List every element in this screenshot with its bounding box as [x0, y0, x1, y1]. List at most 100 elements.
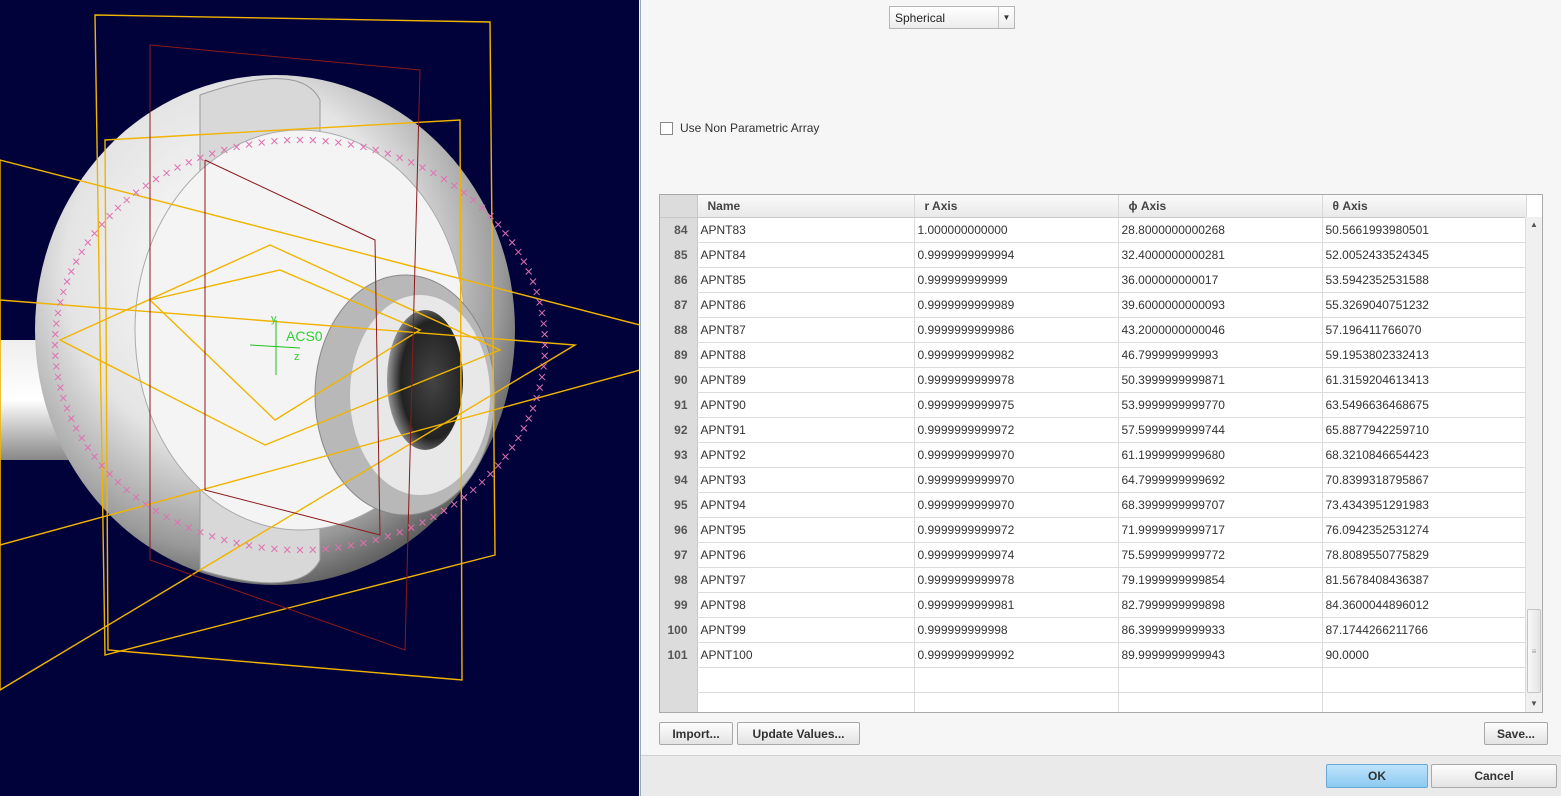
- theta-axis-cell[interactable]: 90.0000: [1322, 642, 1527, 668]
- table-row[interactable]: 91 APNT90 0.9999999999975 53.9999999999770 6…: [660, 392, 1527, 418]
- cancel-button[interactable]: Cancel: [1431, 764, 1557, 788]
- save-button[interactable]: Save...: [1484, 722, 1548, 745]
- point-name-cell[interactable]: APNT97: [697, 567, 915, 593]
- point-name-cell[interactable]: APNT83: [697, 217, 915, 243]
- table-row[interactable]: 96 APNT95 0.9999999999972 71.9999999999717 7…: [660, 517, 1527, 543]
- r-axis-cell[interactable]: 0.9999999999981: [914, 592, 1119, 618]
- point-name-cell[interactable]: APNT89: [697, 367, 915, 393]
- phi-axis-cell[interactable]: 89.9999999999943: [1118, 642, 1323, 668]
- r-axis-cell[interactable]: 0.9999999999978: [914, 567, 1119, 593]
- table-row[interactable]: 95 APNT94 0.9999999999970 68.3999999999707 7…: [660, 492, 1527, 518]
- 3d-model-viewport[interactable]: ACS0 y z: [0, 0, 639, 796]
- theta-axis-cell[interactable]: 57.196411766070: [1322, 317, 1527, 343]
- column-header[interactable]: Name: [697, 195, 915, 218]
- phi-axis-cell[interactable]: 82.7999999999898: [1118, 592, 1323, 618]
- table-row[interactable]: 85 APNT84 0.9999999999994 32.4000000000281 5…: [660, 242, 1527, 268]
- theta-axis-cell[interactable]: 87.1744266211766: [1322, 617, 1527, 643]
- table-row[interactable]: 93 APNT92 0.9999999999970 61.1999999999680 6…: [660, 442, 1527, 468]
- row-number-header[interactable]: [660, 195, 698, 218]
- phi-axis-cell[interactable]: 50.3999999999871: [1118, 367, 1323, 393]
- r-axis-cell[interactable]: 0.9999999999972: [914, 517, 1119, 543]
- r-axis-cell[interactable]: 0.9999999999970: [914, 442, 1119, 468]
- column-header[interactable]: ϕ Axis: [1118, 195, 1323, 218]
- empty-row[interactable]: [660, 692, 1527, 712]
- theta-axis-cell[interactable]: 73.4343951291983: [1322, 492, 1527, 518]
- point-name-cell[interactable]: APNT94: [697, 492, 915, 518]
- phi-axis-cell[interactable]: 79.1999999999854: [1118, 567, 1323, 593]
- point-name-cell[interactable]: APNT85: [697, 267, 915, 293]
- r-axis-cell[interactable]: 0.9999999999970: [914, 492, 1119, 518]
- r-axis-cell[interactable]: 0.9999999999970: [914, 467, 1119, 493]
- phi-axis-cell[interactable]: 39.6000000000093: [1118, 292, 1323, 318]
- table-row[interactable]: 94 APNT93 0.9999999999970 64.7999999999692 7…: [660, 467, 1527, 493]
- point-name-cell[interactable]: APNT90: [697, 392, 915, 418]
- scroll-thumb[interactable]: ≡: [1527, 609, 1541, 693]
- phi-axis-cell[interactable]: 53.9999999999770: [1118, 392, 1323, 418]
- coordinate-system-select[interactable]: Spherical ▼: [889, 6, 1015, 29]
- table-row[interactable]: 89 APNT88 0.9999999999982 46.799999999993 59…: [660, 342, 1527, 368]
- theta-axis-cell[interactable]: 68.3210846654423: [1322, 442, 1527, 468]
- r-axis-cell[interactable]: 0.9999999999986: [914, 317, 1119, 343]
- point-name-cell[interactable]: APNT87: [697, 317, 915, 343]
- table-row[interactable]: 87 APNT86 0.9999999999989 39.6000000000093 5…: [660, 292, 1527, 318]
- table-row[interactable]: 90 APNT89 0.9999999999978 50.3999999999871 6…: [660, 367, 1527, 393]
- table-row[interactable]: 99 APNT98 0.9999999999981 82.7999999999898 8…: [660, 592, 1527, 618]
- phi-axis-cell[interactable]: 86.3999999999933: [1118, 617, 1323, 643]
- non-parametric-checkbox[interactable]: Use Non Parametric Array: [660, 121, 819, 135]
- r-axis-cell[interactable]: 0.9999999999989: [914, 292, 1119, 318]
- theta-axis-cell[interactable]: 70.8399318795867: [1322, 467, 1527, 493]
- scroll-down-icon[interactable]: ▼: [1526, 696, 1542, 712]
- scroll-up-icon[interactable]: ▲: [1526, 217, 1542, 233]
- table-row[interactable]: 100 APNT99 0.999999999998 86.3999999999933 8…: [660, 617, 1527, 643]
- point-name-cell[interactable]: APNT92: [697, 442, 915, 468]
- theta-axis-cell[interactable]: 78.8089550775829: [1322, 542, 1527, 568]
- column-header[interactable]: θ Axis: [1322, 195, 1527, 218]
- table-row[interactable]: 98 APNT97 0.9999999999978 79.1999999999854 8…: [660, 567, 1527, 593]
- phi-axis-cell[interactable]: 32.4000000000281: [1118, 242, 1323, 268]
- r-axis-cell[interactable]: 0.9999999999992: [914, 642, 1119, 668]
- phi-axis-cell[interactable]: 43.2000000000046: [1118, 317, 1323, 343]
- table-row[interactable]: 84 APNT83 1.000000000000 28.8000000000268 50…: [660, 217, 1527, 243]
- empty-row[interactable]: [660, 667, 1527, 693]
- point-name-cell[interactable]: APNT100: [697, 642, 915, 668]
- phi-axis-cell[interactable]: 71.9999999999717: [1118, 517, 1323, 543]
- phi-axis-cell[interactable]: 36.000000000017: [1118, 267, 1323, 293]
- table-row[interactable]: 88 APNT87 0.9999999999986 43.2000000000046 5…: [660, 317, 1527, 343]
- theta-axis-cell[interactable]: 52.0052433524345: [1322, 242, 1527, 268]
- column-header[interactable]: r Axis: [914, 195, 1119, 218]
- r-axis-cell[interactable]: 0.9999999999994: [914, 242, 1119, 268]
- point-name-cell[interactable]: APNT86: [697, 292, 915, 318]
- chevron-down-icon[interactable]: ▼: [998, 7, 1014, 28]
- phi-axis-cell[interactable]: 64.7999999999692: [1118, 467, 1323, 493]
- r-axis-cell[interactable]: 1.000000000000: [914, 217, 1119, 243]
- table-row[interactable]: 92 APNT91 0.9999999999972 57.5999999999744 6…: [660, 417, 1527, 443]
- r-axis-cell[interactable]: 0.9999999999978: [914, 367, 1119, 393]
- theta-axis-cell[interactable]: 65.8877942259710: [1322, 417, 1527, 443]
- point-name-cell[interactable]: APNT95: [697, 517, 915, 543]
- theta-axis-cell[interactable]: 50.5661993980501: [1322, 217, 1527, 243]
- phi-axis-cell[interactable]: 28.8000000000268: [1118, 217, 1323, 243]
- r-axis-cell[interactable]: 0.999999999998: [914, 617, 1119, 643]
- phi-axis-cell[interactable]: 61.1999999999680: [1118, 442, 1323, 468]
- table-row[interactable]: 97 APNT96 0.9999999999974 75.5999999999772 7…: [660, 542, 1527, 568]
- phi-axis-cell[interactable]: 68.3999999999707: [1118, 492, 1323, 518]
- theta-axis-cell[interactable]: 61.3159204613413: [1322, 367, 1527, 393]
- r-axis-cell[interactable]: 0.9999999999974: [914, 542, 1119, 568]
- checkbox-box[interactable]: [660, 121, 673, 135]
- phi-axis-cell[interactable]: 57.5999999999744: [1118, 417, 1323, 443]
- theta-axis-cell[interactable]: 84.3600044896012: [1322, 592, 1527, 618]
- phi-axis-cell[interactable]: 46.799999999993: [1118, 342, 1323, 368]
- r-axis-cell[interactable]: 0.9999999999975: [914, 392, 1119, 418]
- phi-axis-cell[interactable]: 75.5999999999772: [1118, 542, 1323, 568]
- import-button[interactable]: Import...: [659, 722, 733, 745]
- theta-axis-cell[interactable]: 63.5496636468675: [1322, 392, 1527, 418]
- point-name-cell[interactable]: APNT84: [697, 242, 915, 268]
- update-values-button[interactable]: Update Values...: [737, 722, 860, 745]
- point-name-cell[interactable]: APNT93: [697, 467, 915, 493]
- point-name-cell[interactable]: APNT98: [697, 592, 915, 618]
- point-name-cell[interactable]: APNT88: [697, 342, 915, 368]
- point-name-cell[interactable]: APNT91: [697, 417, 915, 443]
- point-name-cell[interactable]: APNT96: [697, 542, 915, 568]
- theta-axis-cell[interactable]: 76.0942352531274: [1322, 517, 1527, 543]
- r-axis-cell[interactable]: 0.9999999999982: [914, 342, 1119, 368]
